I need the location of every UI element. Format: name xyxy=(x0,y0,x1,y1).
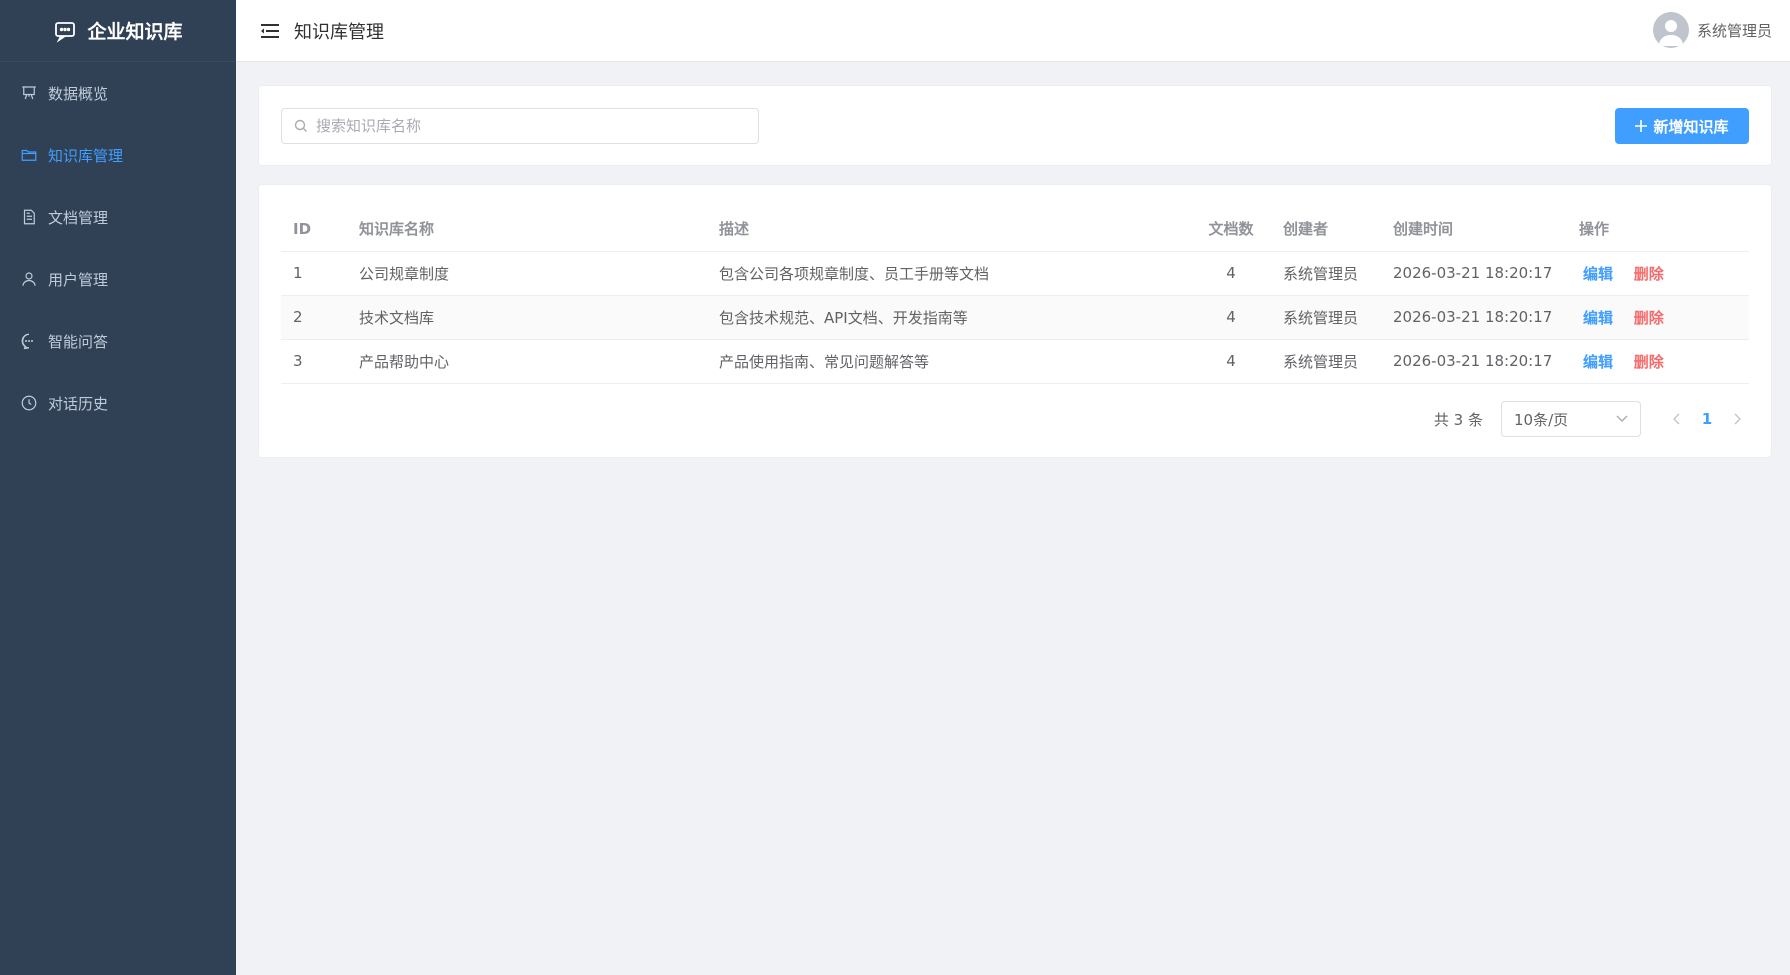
page-size-value: 10条/页 xyxy=(1514,410,1569,429)
cell-name: 产品帮助中心 xyxy=(347,339,707,384)
cell-actions: 编辑 删除 xyxy=(1567,339,1749,384)
edit-button[interactable]: 编辑 xyxy=(1583,265,1613,283)
cell-actions: 编辑 删除 xyxy=(1567,251,1749,296)
cell-actions: 编辑 删除 xyxy=(1567,295,1749,340)
user-menu[interactable]: 系统管理员 xyxy=(1652,12,1772,48)
column-header-description: 描述 xyxy=(707,207,1191,252)
clock-icon xyxy=(21,395,37,411)
search-box[interactable] xyxy=(281,108,759,144)
column-header-creator: 创建者 xyxy=(1271,207,1381,252)
column-header-name: 知识库名称 xyxy=(347,207,707,252)
table-header-row: ID 知识库名称 描述 文档数 创建者 创建时间 操作 xyxy=(281,207,1749,252)
cell-creator: 系统管理员 xyxy=(1271,295,1381,340)
cell-creator: 系统管理员 xyxy=(1271,251,1381,296)
cell-id: 3 xyxy=(281,339,347,384)
column-header-id: ID xyxy=(281,207,347,252)
user-avatar-icon xyxy=(1658,20,1683,46)
edit-button[interactable]: 编辑 xyxy=(1583,353,1613,371)
delete-button[interactable]: 删除 xyxy=(1634,353,1664,371)
sidebar-item-label: 用户管理 xyxy=(48,270,109,289)
pagination-total: 共 3 条 xyxy=(1433,410,1483,429)
brand: 企业知识库 xyxy=(0,0,236,62)
edit-button[interactable]: 编辑 xyxy=(1583,309,1613,327)
sidebar-item-label: 知识库管理 xyxy=(48,146,124,165)
cell-doc-count: 4 xyxy=(1191,295,1271,340)
sidebar-item-label: 对话历史 xyxy=(48,394,109,413)
presentation-icon xyxy=(22,86,36,100)
table-row: 3 产品帮助中心 产品使用指南、常见问题解答等 4 系统管理员 2026-03-… xyxy=(281,339,1749,384)
sidebar-menu: 数据概览 知识库管理 文档管理 用户管理 智能问答 对话历史 xyxy=(0,62,236,434)
column-header-created-time: 创建时间 xyxy=(1381,207,1567,252)
table-card: ID 知识库名称 描述 文档数 创建者 创建时间 操作 1 公司规章制度 包含公… xyxy=(258,184,1772,458)
column-header-actions: 操作 xyxy=(1567,207,1749,252)
sidebar-item-history[interactable]: 对话历史 xyxy=(0,372,236,434)
search-card: 新增知识库 xyxy=(258,85,1772,166)
cell-id: 1 xyxy=(281,251,347,296)
cell-created-time: 2026-03-21 18:20:17 xyxy=(1381,251,1567,296)
menu-toggle-icon[interactable] xyxy=(260,21,280,41)
sidebar-item-overview[interactable]: 数据概览 xyxy=(0,62,236,124)
chat-icon xyxy=(55,21,76,43)
document-icon xyxy=(23,209,35,225)
table-row: 1 公司规章制度 包含公司各项规章制度、员工手册等文档 4 系统管理员 2026… xyxy=(281,251,1749,296)
avatar[interactable] xyxy=(1652,12,1689,48)
cell-doc-count: 4 xyxy=(1191,251,1271,296)
cell-doc-count: 4 xyxy=(1191,339,1271,384)
sidebar-item-label: 数据概览 xyxy=(48,84,109,103)
chevron-left-icon xyxy=(1673,413,1680,425)
delete-button[interactable]: 删除 xyxy=(1634,265,1664,283)
header: 知识库管理 系统管理员 xyxy=(236,0,1790,62)
table-row: 2 技术文档库 包含技术规范、API文档、开发指南等 4 系统管理员 2026-… xyxy=(281,295,1749,340)
folder-icon xyxy=(21,149,37,161)
chevron-down-icon xyxy=(1616,415,1628,422)
page-number[interactable]: 1 xyxy=(1689,410,1725,428)
chat-bubble-icon xyxy=(21,333,34,350)
prev-page-button[interactable] xyxy=(1665,407,1689,431)
page-title: 知识库管理 xyxy=(294,21,384,43)
add-button-label: 新增知识库 xyxy=(1653,117,1729,136)
plus-icon xyxy=(1635,120,1648,132)
sidebar-item-qa[interactable]: 智能问答 xyxy=(0,310,236,372)
cell-id: 2 xyxy=(281,295,347,340)
delete-button[interactable]: 删除 xyxy=(1634,309,1664,327)
sidebar: 企业知识库 数据概览 知识库管理 文档管理 用户管理 智能问答 对话历史 xyxy=(0,0,236,975)
chevron-right-icon xyxy=(1734,413,1741,425)
search-input[interactable] xyxy=(316,117,736,135)
page-size-select[interactable]: 10条/页 xyxy=(1501,401,1641,437)
sidebar-item-label: 文档管理 xyxy=(48,208,109,227)
sidebar-item-knowledge-base[interactable]: 知识库管理 xyxy=(0,124,236,186)
pagination: 共 3 条 10条/页 1 xyxy=(1434,401,1749,437)
sidebar-item-users[interactable]: 用户管理 xyxy=(0,248,236,310)
brand-title: 企业知识库 xyxy=(87,21,183,43)
add-knowledge-base-button[interactable]: 新增知识库 xyxy=(1615,108,1749,144)
knowledge-base-table: ID 知识库名称 描述 文档数 创建者 创建时间 操作 1 公司规章制度 包含公… xyxy=(281,207,1749,384)
sidebar-item-label: 智能问答 xyxy=(48,332,109,351)
cell-name: 技术文档库 xyxy=(347,295,707,340)
cell-description: 包含公司各项规章制度、员工手册等文档 xyxy=(707,251,1191,296)
sidebar-item-documents[interactable]: 文档管理 xyxy=(0,186,236,248)
user-icon xyxy=(22,272,36,286)
next-page-button[interactable] xyxy=(1725,407,1749,431)
cell-creator: 系统管理员 xyxy=(1271,339,1381,384)
user-name: 系统管理员 xyxy=(1696,21,1772,40)
cell-description: 产品使用指南、常见问题解答等 xyxy=(707,339,1191,384)
cell-description: 包含技术规范、API文档、开发指南等 xyxy=(707,295,1191,340)
cell-created-time: 2026-03-21 18:20:17 xyxy=(1381,295,1567,340)
cell-created-time: 2026-03-21 18:20:17 xyxy=(1381,339,1567,384)
cell-name: 公司规章制度 xyxy=(347,251,707,296)
column-header-doc-count: 文档数 xyxy=(1191,207,1271,252)
search-icon xyxy=(294,119,307,132)
